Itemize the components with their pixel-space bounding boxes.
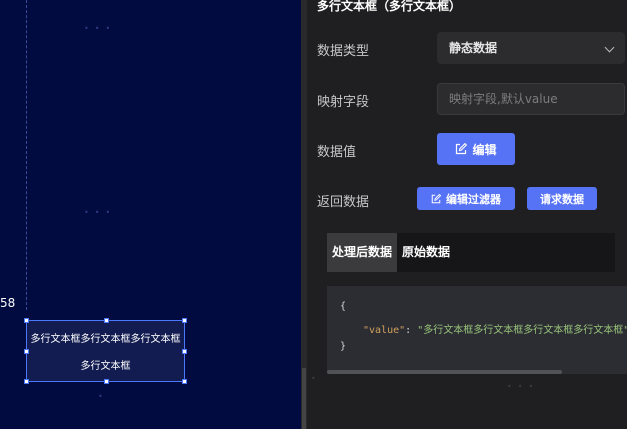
- resize-handle-bottom[interactable]: [104, 379, 109, 384]
- json-value: "多行文本框多行文本框多行文本框多行文本框": [417, 325, 627, 336]
- mapping-field-input[interactable]: [437, 83, 625, 115]
- resize-handle-bottom-right[interactable]: [182, 379, 187, 384]
- json-entry: "value": "多行文本框多行文本框多行文本框多行文本框": [363, 321, 627, 336]
- edit-icon: [456, 143, 468, 155]
- grid-dots: •••: [84, 24, 117, 33]
- textarea-widget[interactable]: 多行文本框多行文本框多行文本框多行文本框: [24, 318, 187, 384]
- resize-handle-left[interactable]: [24, 349, 29, 354]
- grid-dots: •••: [84, 208, 117, 217]
- grid-dots: •: [98, 392, 109, 401]
- data-type-select[interactable]: 静态数据: [437, 32, 625, 64]
- data-type-value: 静态数据: [449, 41, 498, 55]
- panel-dots: •••: [507, 382, 540, 391]
- return-data-label: 返回数据: [317, 195, 370, 210]
- request-data-button-label: 请求数据: [540, 192, 584, 206]
- edit-button[interactable]: 编辑: [437, 133, 515, 165]
- resize-handle-top-left[interactable]: [24, 318, 29, 323]
- resize-handle-right[interactable]: [182, 349, 187, 354]
- json-open-brace: {: [340, 301, 347, 312]
- panel-title: 多行文本框（多行文本框）: [317, 0, 462, 13]
- position-readout: 58: [0, 296, 16, 310]
- tab-raw-data[interactable]: 原始数据: [397, 233, 455, 272]
- vertical-guide-line: [26, 0, 27, 310]
- data-type-label: 数据类型: [317, 44, 370, 59]
- horizontal-scrollbar[interactable]: [327, 370, 562, 374]
- resize-handle-top-right[interactable]: [182, 318, 187, 323]
- edit-filter-button-label: 编辑过滤器: [446, 192, 501, 206]
- resize-handle-top[interactable]: [104, 318, 109, 323]
- json-key: "value": [363, 325, 406, 336]
- json-close-brace: }: [340, 341, 347, 352]
- properties-panel: 多行文本框（多行文本框） 数据类型 静态数据 映射字段 数据值 编辑 返回数据 …: [307, 0, 627, 429]
- data-value-label: 数据值: [317, 145, 357, 160]
- mapping-field-label: 映射字段: [317, 95, 370, 110]
- design-canvas[interactable]: ••• ••• • 58 多行文本框多行文本框多行文本框多行文本框: [0, 0, 301, 429]
- data-tabs: 处理后数据 原始数据: [327, 233, 615, 272]
- edit-icon: [431, 193, 441, 203]
- edit-button-label: 编辑: [472, 142, 497, 157]
- request-data-button[interactable]: 请求数据: [527, 187, 597, 210]
- resize-handle-bottom-left[interactable]: [24, 379, 29, 384]
- json-separator: :: [405, 325, 418, 336]
- widget-text: 多行文本框多行文本框多行文本框多行文本框: [30, 334, 181, 372]
- splitter-scroll-thumb[interactable]: [302, 368, 306, 429]
- panel-dots: •: [311, 374, 322, 383]
- chevron-down-icon: [604, 42, 615, 53]
- tab-processed-data[interactable]: 处理后数据: [327, 233, 398, 272]
- edit-filter-button[interactable]: 编辑过滤器: [417, 187, 515, 210]
- json-preview[interactable]: { "value": "多行文本框多行文本框多行文本框多行文本框" }: [327, 286, 627, 374]
